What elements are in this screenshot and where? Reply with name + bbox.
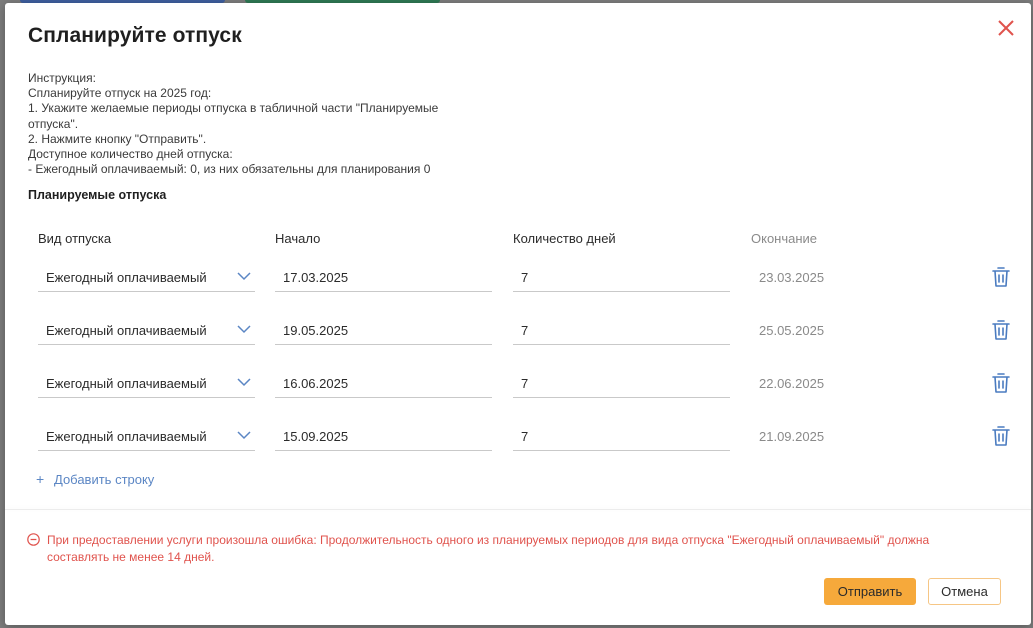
column-header-type: Вид отпуска bbox=[38, 231, 112, 246]
days-count-value: 7 bbox=[521, 270, 529, 285]
trash-icon[interactable] bbox=[991, 425, 1011, 447]
vacation-type-value: Ежегодный оплачиваемый bbox=[46, 323, 207, 338]
chevron-down-icon[interactable] bbox=[237, 378, 251, 387]
start-date-input[interactable]: 16.06.2025 bbox=[275, 370, 492, 398]
days-count-value: 7 bbox=[521, 323, 529, 338]
days-count-input[interactable]: 7 bbox=[513, 264, 730, 292]
submit-button[interactable]: Отправить bbox=[824, 578, 916, 605]
add-row-button[interactable]: + Добавить строку bbox=[36, 471, 154, 487]
table-row: Ежегодный оплачиваемый 17.03.2025 7 23.0… bbox=[5, 264, 1031, 304]
instructions-text: Инструкция: Спланируйте отпуск на 2025 г… bbox=[28, 71, 448, 177]
end-date-value: 25.05.2025 bbox=[759, 323, 825, 338]
vacation-planning-dialog: Спланируйте отпуск Инструкция: Спланируй… bbox=[5, 3, 1031, 625]
vacation-type-select[interactable]: Ежегодный оплачиваемый bbox=[38, 370, 255, 398]
start-date-value: 16.06.2025 bbox=[283, 376, 349, 391]
close-icon[interactable] bbox=[995, 17, 1017, 39]
footer-divider bbox=[5, 509, 1031, 510]
days-count-input[interactable]: 7 bbox=[513, 370, 730, 398]
instruction-line: - Ежегодный оплачиваемый: 0, из них обяз… bbox=[28, 162, 431, 177]
dialog-title: Спланируйте отпуск bbox=[28, 24, 242, 47]
vacation-type-value: Ежегодный оплачиваемый bbox=[46, 429, 207, 444]
chevron-down-icon[interactable] bbox=[237, 272, 251, 281]
plus-icon: + bbox=[36, 471, 45, 487]
add-row-label: Добавить строку bbox=[54, 472, 155, 487]
trash-icon[interactable] bbox=[991, 266, 1011, 288]
vacation-type-select[interactable]: Ежегодный оплачиваемый bbox=[38, 423, 255, 451]
vacation-type-value: Ежегодный оплачиваемый bbox=[46, 270, 207, 285]
instruction-line: Инструкция: bbox=[28, 71, 96, 85]
instruction-line: 1. Укажите желаемые периоды отпуска в та… bbox=[28, 101, 442, 131]
end-date-value: 23.03.2025 bbox=[759, 270, 825, 285]
column-header-start: Начало bbox=[275, 231, 321, 246]
chevron-down-icon[interactable] bbox=[237, 431, 251, 440]
start-date-value: 17.03.2025 bbox=[283, 270, 349, 285]
table-row: Ежегодный оплачиваемый 15.09.2025 7 21.0… bbox=[5, 423, 1031, 463]
instruction-line: Доступное количество дней отпуска: bbox=[28, 147, 233, 162]
days-count-input[interactable]: 7 bbox=[513, 423, 730, 451]
trash-icon[interactable] bbox=[991, 319, 1011, 341]
days-count-value: 7 bbox=[521, 376, 529, 391]
start-date-value: 19.05.2025 bbox=[283, 323, 349, 338]
vacation-type-select[interactable]: Ежегодный оплачиваемый bbox=[38, 264, 255, 292]
table-row: Ежегодный оплачиваемый 19.05.2025 7 25.0… bbox=[5, 317, 1031, 357]
start-date-input[interactable]: 15.09.2025 bbox=[275, 423, 492, 451]
instruction-line: 2. Нажмите кнопку "Отправить". bbox=[28, 131, 207, 146]
chevron-down-icon[interactable] bbox=[237, 325, 251, 334]
column-header-end: Окончание bbox=[751, 231, 818, 246]
start-date-value: 15.09.2025 bbox=[283, 429, 349, 444]
vacation-type-value: Ежегодный оплачиваемый bbox=[46, 376, 207, 391]
days-count-input[interactable]: 7 bbox=[513, 317, 730, 345]
table-row: Ежегодный оплачиваемый 16.06.2025 7 22.0… bbox=[5, 370, 1031, 410]
start-date-input[interactable]: 19.05.2025 bbox=[275, 317, 492, 345]
column-header-days: Количество дней bbox=[513, 231, 616, 246]
cancel-button[interactable]: Отмена bbox=[928, 578, 1001, 605]
section-title: Планируемые отпуска bbox=[28, 188, 167, 202]
vacation-type-select[interactable]: Ежегодный оплачиваемый bbox=[38, 317, 255, 345]
start-date-input[interactable]: 17.03.2025 bbox=[275, 264, 492, 292]
minus-circle-icon bbox=[27, 533, 40, 546]
end-date-value: 22.06.2025 bbox=[759, 376, 825, 391]
instruction-line: Спланируйте отпуск на 2025 год: bbox=[28, 86, 212, 101]
trash-icon[interactable] bbox=[991, 372, 1011, 394]
error-message: При предоставлении услуги произошла ошиб… bbox=[47, 533, 930, 564]
days-count-value: 7 bbox=[521, 429, 529, 444]
end-date-value: 21.09.2025 bbox=[759, 429, 825, 444]
